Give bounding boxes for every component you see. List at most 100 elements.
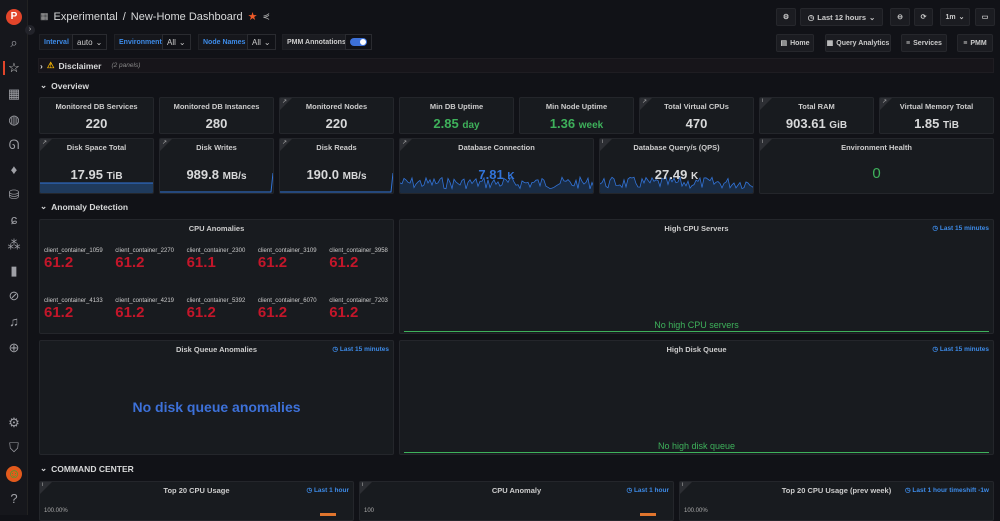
panel-title: Environment Health bbox=[841, 143, 912, 152]
active-indicator bbox=[3, 61, 5, 75]
refresh-interval-label: 1m bbox=[945, 13, 956, 21]
link-pmm[interactable]: ≡ PMM bbox=[957, 34, 993, 52]
mongodb-icon[interactable]: ♦ bbox=[6, 162, 22, 178]
value: 903.61 bbox=[785, 116, 826, 131]
stat-panel: Monitored DB Instances 280 bbox=[159, 97, 274, 134]
dashboards-icon[interactable]: ▦ bbox=[6, 86, 22, 102]
stat-panel: ↗ Virtual Memory Total 1.85 TiB bbox=[879, 97, 994, 134]
alerting-bell-icon[interactable]: ♫ bbox=[6, 314, 22, 330]
variable-select-interval[interactable]: auto ⌄ bbox=[72, 34, 108, 50]
row-disclaimer[interactable]: › ⚠ Disclaimer (2 panels) bbox=[40, 60, 140, 71]
link-home[interactable]: ▤ Home bbox=[776, 34, 814, 52]
empty-message: No disk queue anomalies bbox=[132, 399, 301, 415]
anomaly-item: client_container_2270 61.2 bbox=[115, 248, 185, 271]
panel-title: Disk Writes bbox=[196, 143, 237, 152]
gear-icon[interactable]: ⚙ bbox=[6, 415, 22, 431]
link-query-analytics[interactable]: ▦ Query Analytics bbox=[825, 34, 891, 52]
advisors-icon[interactable]: ⊕ bbox=[6, 340, 22, 356]
time-range-label: Last 1 hour bbox=[313, 487, 349, 494]
page-title[interactable]: New-Home Dashboard bbox=[131, 11, 243, 23]
share-icon[interactable]: ⋞ bbox=[263, 11, 271, 22]
value: 2.85 bbox=[433, 116, 459, 131]
panel-title: Database Connection bbox=[458, 143, 535, 152]
panel-disk-queue-anomalies: Disk Queue Anomalies ◷ Last 15 minutes N… bbox=[39, 340, 394, 455]
os-icon[interactable]: ◍ bbox=[6, 112, 22, 128]
stat-panel: ↗ Disk Reads 190.0 MB/s bbox=[279, 138, 394, 194]
explore-icon[interactable]: ⊘ bbox=[6, 288, 22, 304]
help-icon[interactable]: ? bbox=[6, 491, 22, 507]
value: 0 bbox=[872, 165, 881, 182]
tv-mode-button[interactable]: ▭ bbox=[975, 8, 995, 26]
ha-icon[interactable]: ⁂ bbox=[6, 237, 22, 253]
panel-title: CPU Anomalies bbox=[188, 224, 245, 233]
unit: MB/s bbox=[222, 171, 247, 182]
settings-button[interactable]: ⚙ bbox=[776, 8, 796, 26]
time-range-label: Last 1 hour timeshift -1w bbox=[912, 487, 989, 494]
variable-select-node-names[interactable]: All ⌄ bbox=[247, 34, 276, 50]
panel-title: Virtual Memory Total bbox=[899, 102, 974, 111]
panel-command-center: i CPU Anomaly ◷ Last 1 hour 100 bbox=[359, 481, 674, 521]
time-range-info: ◷ Last 1 hour bbox=[306, 487, 349, 494]
doc-icon: ▤ bbox=[780, 40, 788, 47]
row-anomaly-detection[interactable]: ⌄ Anomaly Detection bbox=[40, 201, 128, 212]
apps-icon: ▦ bbox=[826, 40, 834, 47]
chevron-down-icon: ⌄ bbox=[95, 37, 103, 47]
toggle-switch[interactable] bbox=[350, 38, 367, 46]
annotations-label: PMM Annotations bbox=[282, 34, 351, 50]
unit: TiB bbox=[106, 171, 123, 182]
zoom-out-icon: ⊖ bbox=[897, 14, 903, 21]
refresh-button[interactable]: ⟳ bbox=[914, 8, 933, 26]
cpu-value: 61.2 bbox=[115, 304, 145, 321]
stat-panel: ↗ Disk Writes 989.8 MB/s bbox=[159, 138, 274, 194]
proxysql-icon[interactable]: ɕ bbox=[6, 212, 22, 228]
folder-link[interactable]: Experimental bbox=[54, 11, 118, 23]
zoom-out-button[interactable]: ⊖ bbox=[890, 8, 910, 26]
star-icon[interactable]: ★ bbox=[248, 10, 258, 23]
search-icon[interactable]: ⌕ bbox=[6, 35, 22, 51]
insights-icon[interactable]: ▮ bbox=[6, 263, 22, 279]
stat-value: 470 bbox=[640, 116, 753, 131]
time-picker[interactable]: ◷ Last 12 hours ⌄ bbox=[800, 8, 883, 26]
time-range-label: Last 1 hour bbox=[633, 487, 669, 494]
cpu-value: 61.2 bbox=[257, 304, 288, 321]
anomaly-item: client_container_3109 61.2 bbox=[258, 248, 328, 271]
mysql-icon[interactable]: ᘏ bbox=[6, 137, 22, 153]
stat-panel: Monitored DB Services 220 bbox=[39, 97, 154, 134]
panel-title: Disk Reads bbox=[316, 143, 357, 152]
link-label: Services bbox=[913, 39, 942, 47]
variable-value: auto bbox=[77, 37, 93, 47]
empty-message: No high disk queue bbox=[657, 441, 736, 451]
breadcrumb: ▦ Experimental / New-Home Dashboard ★ ⋞ bbox=[40, 10, 271, 24]
sidebar: P ⌕ ☆ ▦ ◍ ᘏ ♦ ⛁ ɕ ⁂ ▮ ⊘ ♫ ⊕ ⚙ ⛉ ☺ ? bbox=[0, 0, 28, 515]
row-overview[interactable]: ⌄ Overview bbox=[40, 80, 89, 91]
stat-value: 220 bbox=[280, 116, 393, 131]
panel-command-center: i Top 20 CPU Usage ◷ Last 1 hour 100.00% bbox=[39, 481, 354, 521]
warning-icon: ⚠ bbox=[46, 60, 55, 70]
panel-title: Disk Space Total bbox=[66, 143, 127, 152]
postgresql-icon[interactable]: ⛁ bbox=[6, 187, 22, 203]
panel-title: Total Virtual CPUs bbox=[664, 102, 729, 111]
stat-panel: ↗ Database Connection 7.81 K bbox=[399, 138, 594, 194]
sparkline-area bbox=[40, 183, 153, 193]
variable-label-node-names: Node Names bbox=[198, 34, 251, 50]
gear-icon: ⚙ bbox=[782, 14, 790, 21]
stat-value: 190.0 MB/s bbox=[280, 167, 393, 182]
cpu-value: 61.2 bbox=[44, 254, 74, 271]
refresh-interval-picker[interactable]: 1m ⌄ bbox=[940, 8, 970, 26]
variable-label-interval: Interval bbox=[39, 34, 74, 50]
variable-select-environment[interactable]: All ⌄ bbox=[162, 34, 191, 50]
row-command-center[interactable]: ⌄ COMMAND CENTER bbox=[40, 463, 134, 474]
annotations-toggle[interactable] bbox=[345, 34, 372, 50]
star-icon[interactable]: ☆ bbox=[6, 60, 22, 76]
expand-sidebar-button[interactable]: › bbox=[25, 25, 35, 35]
stat-value: 903.61 GiB bbox=[760, 116, 873, 131]
stat-panel: i Environment Health 0 bbox=[759, 138, 994, 194]
avatar[interactable]: ☺ bbox=[6, 466, 22, 482]
panel-title: Database Query/s (QPS) bbox=[633, 143, 720, 152]
panel-cpu-anomalies: CPU Anomalies client_container_1059 61.2… bbox=[39, 219, 394, 334]
shield-icon[interactable]: ⛉ bbox=[6, 440, 22, 456]
chevron-down-icon: ⌄ bbox=[958, 14, 965, 21]
link-services[interactable]: ≡ Services bbox=[901, 34, 947, 52]
anomaly-item: client_container_5392 61.2 bbox=[187, 298, 257, 321]
pmm-logo-icon[interactable]: P bbox=[6, 9, 22, 25]
